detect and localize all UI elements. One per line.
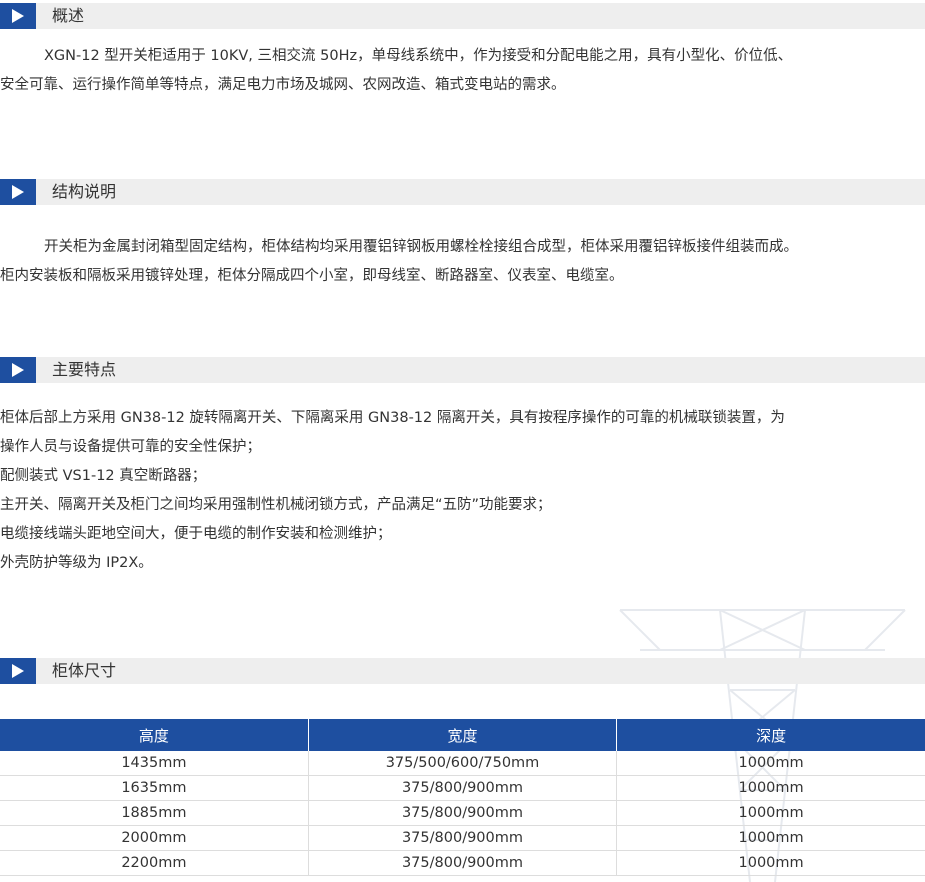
section-title: 结构说明 — [52, 182, 117, 201]
section-title: 概述 — [52, 6, 85, 25]
feature-line: 配侧装式 VS1-12 真空断路器； — [0, 468, 207, 484]
cell-height: 1435mm — [0, 751, 309, 776]
section-header-overview: 概述 — [0, 3, 925, 29]
section-marker — [0, 357, 36, 383]
cell-height: 2000mm — [0, 825, 309, 851]
play-triangle-icon — [12, 664, 24, 678]
table-row: 2000mm 375/800/900mm 1000mm — [0, 825, 925, 851]
cell-width: 375/800/900mm — [308, 775, 618, 801]
paragraph-line: XGN-12 型开关柜适用于 10KV, 三相交流 50Hz，单母线系统中，作为… — [44, 48, 793, 64]
cell-height: 2200mm — [0, 850, 309, 876]
paragraph-line: 开关柜为金属封闭箱型固定结构，柜体结构均采用覆铝锌钢板用螺栓栓接组合成型，柜体采… — [44, 239, 798, 255]
cell-depth: 1000mm — [616, 775, 925, 801]
cell-depth: 1000mm — [616, 825, 925, 851]
features-list: 柜体后部上方采用 GN38-12 旋转隔离开关、下隔离采用 GN38-12 隔离… — [0, 404, 925, 578]
cell-width: 375/800/900mm — [308, 850, 618, 876]
section-marker — [0, 3, 36, 29]
feature-line: 操作人员与设备提供可靠的安全性保护； — [0, 439, 261, 455]
paragraph-line: 柜内安装板和隔板采用镀锌处理，柜体分隔成四个小室，即母线室、断路器室、仪表室、电… — [0, 268, 624, 284]
paragraph-line: 安全可靠、运行操作简单等特点，满足电力市场及城网、农网改造、箱式变电站的需求。 — [0, 77, 566, 93]
cell-height: 1635mm — [0, 775, 309, 801]
section-marker — [0, 179, 36, 205]
cell-height: 1885mm — [0, 800, 309, 826]
play-triangle-icon — [12, 363, 24, 377]
cell-width: 375/800/900mm — [308, 825, 618, 851]
table-row: 1885mm 375/800/900mm 1000mm — [0, 800, 925, 826]
feature-line: 柜体后部上方采用 GN38-12 旋转隔离开关、下隔离采用 GN38-12 隔离… — [0, 410, 785, 426]
table-header-row: 高度 宽度 深度 — [0, 719, 925, 751]
section-header-features: 主要特点 — [0, 357, 925, 383]
cell-depth: 1000mm — [616, 850, 925, 876]
cell-width: 375/800/900mm — [308, 800, 618, 826]
feature-line: 主开关、隔离开关及柜门之间均采用强制性机械闭锁方式，产品满足“五防”功能要求； — [0, 497, 552, 513]
play-triangle-icon — [12, 185, 24, 199]
column-header-height: 高度 — [0, 719, 309, 751]
table-row: 1435mm 375/500/600/750mm 1000mm — [0, 751, 925, 776]
section-marker — [0, 658, 36, 684]
structure-paragraph: 开关柜为金属封闭箱型固定结构，柜体结构均采用覆铝锌钢板用螺栓栓接组合成型，柜体采… — [0, 233, 925, 291]
section-header-dimensions: 柜体尺寸 — [0, 658, 925, 684]
play-triangle-icon — [12, 9, 24, 23]
cell-width: 375/500/600/750mm — [308, 751, 618, 776]
column-header-width: 宽度 — [308, 719, 618, 751]
feature-line: 电缆接线端头距地空间大，便于电缆的制作安装和检测维护； — [0, 526, 392, 542]
table-row: 2200mm 375/800/900mm 1000mm — [0, 850, 925, 876]
cell-depth: 1000mm — [616, 800, 925, 826]
section-title: 主要特点 — [52, 360, 117, 379]
section-header-structure: 结构说明 — [0, 179, 925, 205]
dimensions-table: 高度 宽度 深度 1435mm 375/500/600/750mm 1000mm… — [0, 719, 925, 876]
section-title: 柜体尺寸 — [52, 661, 117, 680]
feature-line: 外壳防护等级为 IP2X。 — [0, 555, 153, 571]
cell-depth: 1000mm — [616, 751, 925, 776]
column-header-depth: 深度 — [616, 719, 925, 751]
overview-paragraph: XGN-12 型开关柜适用于 10KV, 三相交流 50Hz，单母线系统中，作为… — [0, 42, 925, 100]
table-row: 1635mm 375/800/900mm 1000mm — [0, 775, 925, 801]
